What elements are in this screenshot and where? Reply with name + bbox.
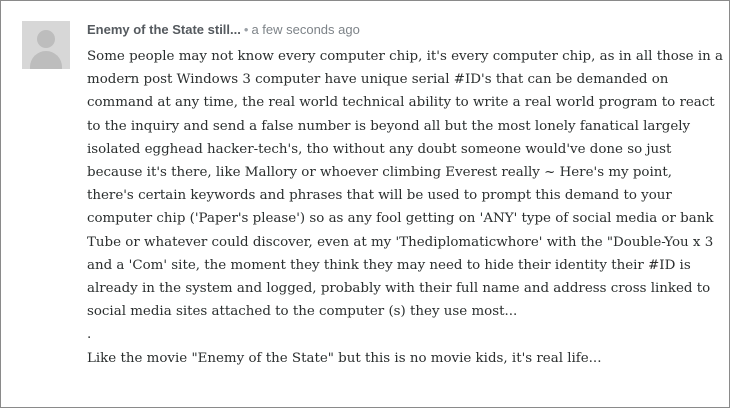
user-avatar-icon[interactable] [22, 21, 70, 69]
comment-paragraph: Some people may not know every computer … [87, 49, 723, 320]
comment-paragraph-dot: . [87, 327, 92, 343]
comment-card: Enemy of the State still... • a few second… [0, 0, 730, 408]
author-name[interactable]: Enemy of the State still... [87, 22, 241, 37]
header-separator: • [243, 22, 249, 37]
comment-header: Enemy of the State still... • a few second… [87, 21, 360, 39]
comment-body: Some people may not know every computer … [87, 45, 723, 370]
comment-timestamp[interactable]: a few seconds ago [251, 22, 359, 37]
comment-paragraph: Like the movie "Enemy of the State" but … [87, 350, 602, 366]
avatar-body-shape [30, 51, 62, 69]
avatar-head-shape [37, 30, 55, 48]
